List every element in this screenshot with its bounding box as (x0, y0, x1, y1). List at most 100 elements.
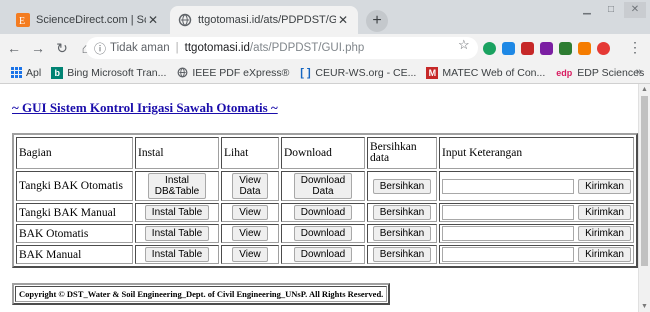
table-row: Tangki BAK Manual Instal Table View Down… (16, 203, 634, 222)
view-button[interactable]: View Data (232, 173, 268, 199)
extension-orange-icon[interactable] (578, 42, 591, 55)
keterangan-form: Kirimkan (442, 226, 631, 241)
extension-green-icon[interactable] (483, 42, 496, 55)
apps-grid-icon (10, 67, 22, 79)
extension-purple-icon[interactable] (540, 42, 553, 55)
close-icon[interactable]: ✕ (146, 13, 160, 27)
bookmark-apl[interactable]: Apl (10, 67, 41, 79)
row-label: Tangki BAK Manual (16, 203, 133, 222)
instal-button[interactable]: Instal Table (144, 205, 210, 220)
scroll-down-arrow-icon[interactable]: ▼ (641, 303, 648, 310)
keterangan-form: Kirimkan (442, 178, 631, 194)
download-button[interactable]: Download (293, 205, 353, 220)
bookmark-matec[interactable]: M MATEC Web of Con... (426, 66, 546, 79)
bookmark-ceur[interactable]: [ ] CEUR-WS.org - CE... (299, 67, 416, 79)
bookmark-star-icon[interactable]: ☆ (458, 37, 470, 53)
download-button[interactable]: Download (293, 226, 353, 241)
profile-avatar-icon[interactable] (597, 42, 610, 55)
lihat-cell: View (221, 224, 279, 243)
view-button[interactable]: View (232, 205, 268, 220)
forward-arrow-icon[interactable]: → (28, 40, 48, 56)
close-icon[interactable]: ✕ (336, 13, 350, 27)
download-cell: Download (281, 203, 365, 222)
instal-button[interactable]: Instal Table (144, 247, 210, 262)
edp-icon: edp (556, 67, 573, 78)
kirimkan-button[interactable]: Kirimkan (578, 205, 631, 220)
maximize-icon[interactable]: □ (600, 2, 622, 18)
kirimkan-button[interactable]: Kirimkan (578, 247, 631, 262)
header-bagian: Bagian (16, 137, 133, 169)
extension-icons (483, 42, 616, 55)
instal-button[interactable]: Instal Table (144, 226, 210, 241)
page-title[interactable]: ~ GUI Sistem Kontrol Irigasi Sawah Otoma… (12, 100, 278, 116)
header-lihat: Lihat (221, 137, 279, 169)
close-window-icon[interactable]: ✕ (624, 2, 646, 18)
keterangan-form: Kirimkan (442, 247, 631, 262)
instal-button[interactable]: Instal DB&Table (147, 173, 207, 199)
bookmark-bing[interactable]: b Bing Microsoft Tran... (51, 66, 166, 79)
vertical-scrollbar[interactable]: ▲ ▼ (638, 84, 650, 312)
bersihkan-button[interactable]: Bersihkan (372, 205, 432, 220)
table-header-row: Bagian Instal Lihat Download Bersihkan d… (16, 137, 634, 169)
bersihkan-cell: Bersihkan (367, 224, 437, 243)
instal-cell: Instal Table (135, 245, 219, 264)
keterangan-input[interactable] (442, 247, 574, 262)
row-label: BAK Otomatis (16, 224, 133, 243)
keterangan-cell: Kirimkan (439, 203, 634, 222)
keterangan-input[interactable] (442, 205, 574, 220)
address-bar[interactable]: ⓘ Tidak aman | ttgotomasi.id /ats/PDPDST… (86, 37, 478, 59)
control-table: Bagian Instal Lihat Download Bersihkan d… (12, 133, 638, 268)
view-button[interactable]: View (232, 247, 268, 262)
download-button[interactable]: Download Data (293, 173, 353, 199)
elsevier-icon: E (16, 13, 30, 27)
bookmark-ieee[interactable]: IEEE PDF eXpress® (176, 67, 289, 79)
view-button[interactable]: View (232, 226, 268, 241)
extension-blue-icon[interactable] (502, 42, 515, 55)
bersihkan-button[interactable]: Bersihkan (372, 247, 432, 262)
globe-icon (178, 13, 192, 27)
matec-icon: M (426, 66, 439, 79)
keterangan-input[interactable] (442, 178, 574, 194)
download-cell: Download (281, 245, 365, 264)
row-label: Tangki BAK Otomatis (16, 171, 133, 201)
security-status: Tidak aman (110, 42, 170, 54)
keterangan-cell: Kirimkan (439, 245, 634, 264)
bersihkan-button[interactable]: Bersihkan (372, 178, 432, 194)
bookmark-label: MATEC Web of Con... (442, 66, 546, 79)
minimize-icon[interactable]: ▁ (576, 2, 598, 18)
bookmark-edp[interactable]: edp EDP Sciences (555, 67, 644, 79)
keterangan-input[interactable] (442, 226, 574, 241)
download-cell: Download Data (281, 171, 365, 201)
bersihkan-button[interactable]: Bersihkan (372, 226, 432, 241)
back-arrow-icon[interactable]: ← (4, 40, 24, 56)
bookmarks-more-icon[interactable]: » (636, 66, 642, 78)
tab-title: ScienceDirect.com | Science, hea (36, 14, 146, 26)
copyright-footer: Copyright © DST_Water & Soil Engineering… (12, 283, 391, 305)
menu-dots-icon[interactable]: ⋮ (628, 39, 642, 56)
kirimkan-button[interactable]: Kirimkan (578, 178, 631, 194)
header-download: Download (281, 137, 365, 169)
keterangan-cell: Kirimkan (439, 171, 634, 201)
instal-cell: Instal DB&Table (135, 171, 219, 201)
bookmark-label: IEEE PDF eXpress® (192, 66, 290, 79)
kirimkan-button[interactable]: Kirimkan (578, 226, 631, 241)
scroll-up-arrow-icon[interactable]: ▲ (641, 86, 648, 93)
tab-sciencedirect[interactable]: E ScienceDirect.com | Science, hea ✕ (8, 6, 168, 34)
info-icon[interactable]: ⓘ (94, 40, 106, 57)
bersihkan-cell: Bersihkan (367, 245, 437, 264)
bookmark-label: CEUR-WS.org - CE... (315, 66, 417, 79)
download-button[interactable]: Download (293, 247, 353, 262)
url-path: /ats/PDPDST/GUI.php (249, 42, 365, 54)
new-tab-button[interactable]: + (366, 10, 388, 32)
lihat-cell: View (221, 245, 279, 264)
row-label: BAK Manual (16, 245, 133, 264)
browser-toolbar: ← → ↻ ⌂ ⓘ Tidak aman | ttgotomasi.id /at… (0, 34, 650, 62)
table-row: Tangki BAK Otomatis Instal DB&Table View… (16, 171, 634, 201)
reload-icon[interactable]: ↻ (52, 40, 72, 57)
extension-red-icon[interactable] (521, 42, 534, 55)
scrollbar-thumb[interactable] (641, 96, 648, 266)
bookmark-label: EDP Sciences (577, 66, 645, 79)
tab-gui[interactable]: ttgotomasi.id/ats/PDPDST/GUI.p ✕ (170, 6, 358, 34)
extension-leaf-icon[interactable] (559, 42, 572, 55)
bookmarks-bar: Apl b Bing Microsoft Tran... IEEE PDF eX… (0, 62, 650, 84)
